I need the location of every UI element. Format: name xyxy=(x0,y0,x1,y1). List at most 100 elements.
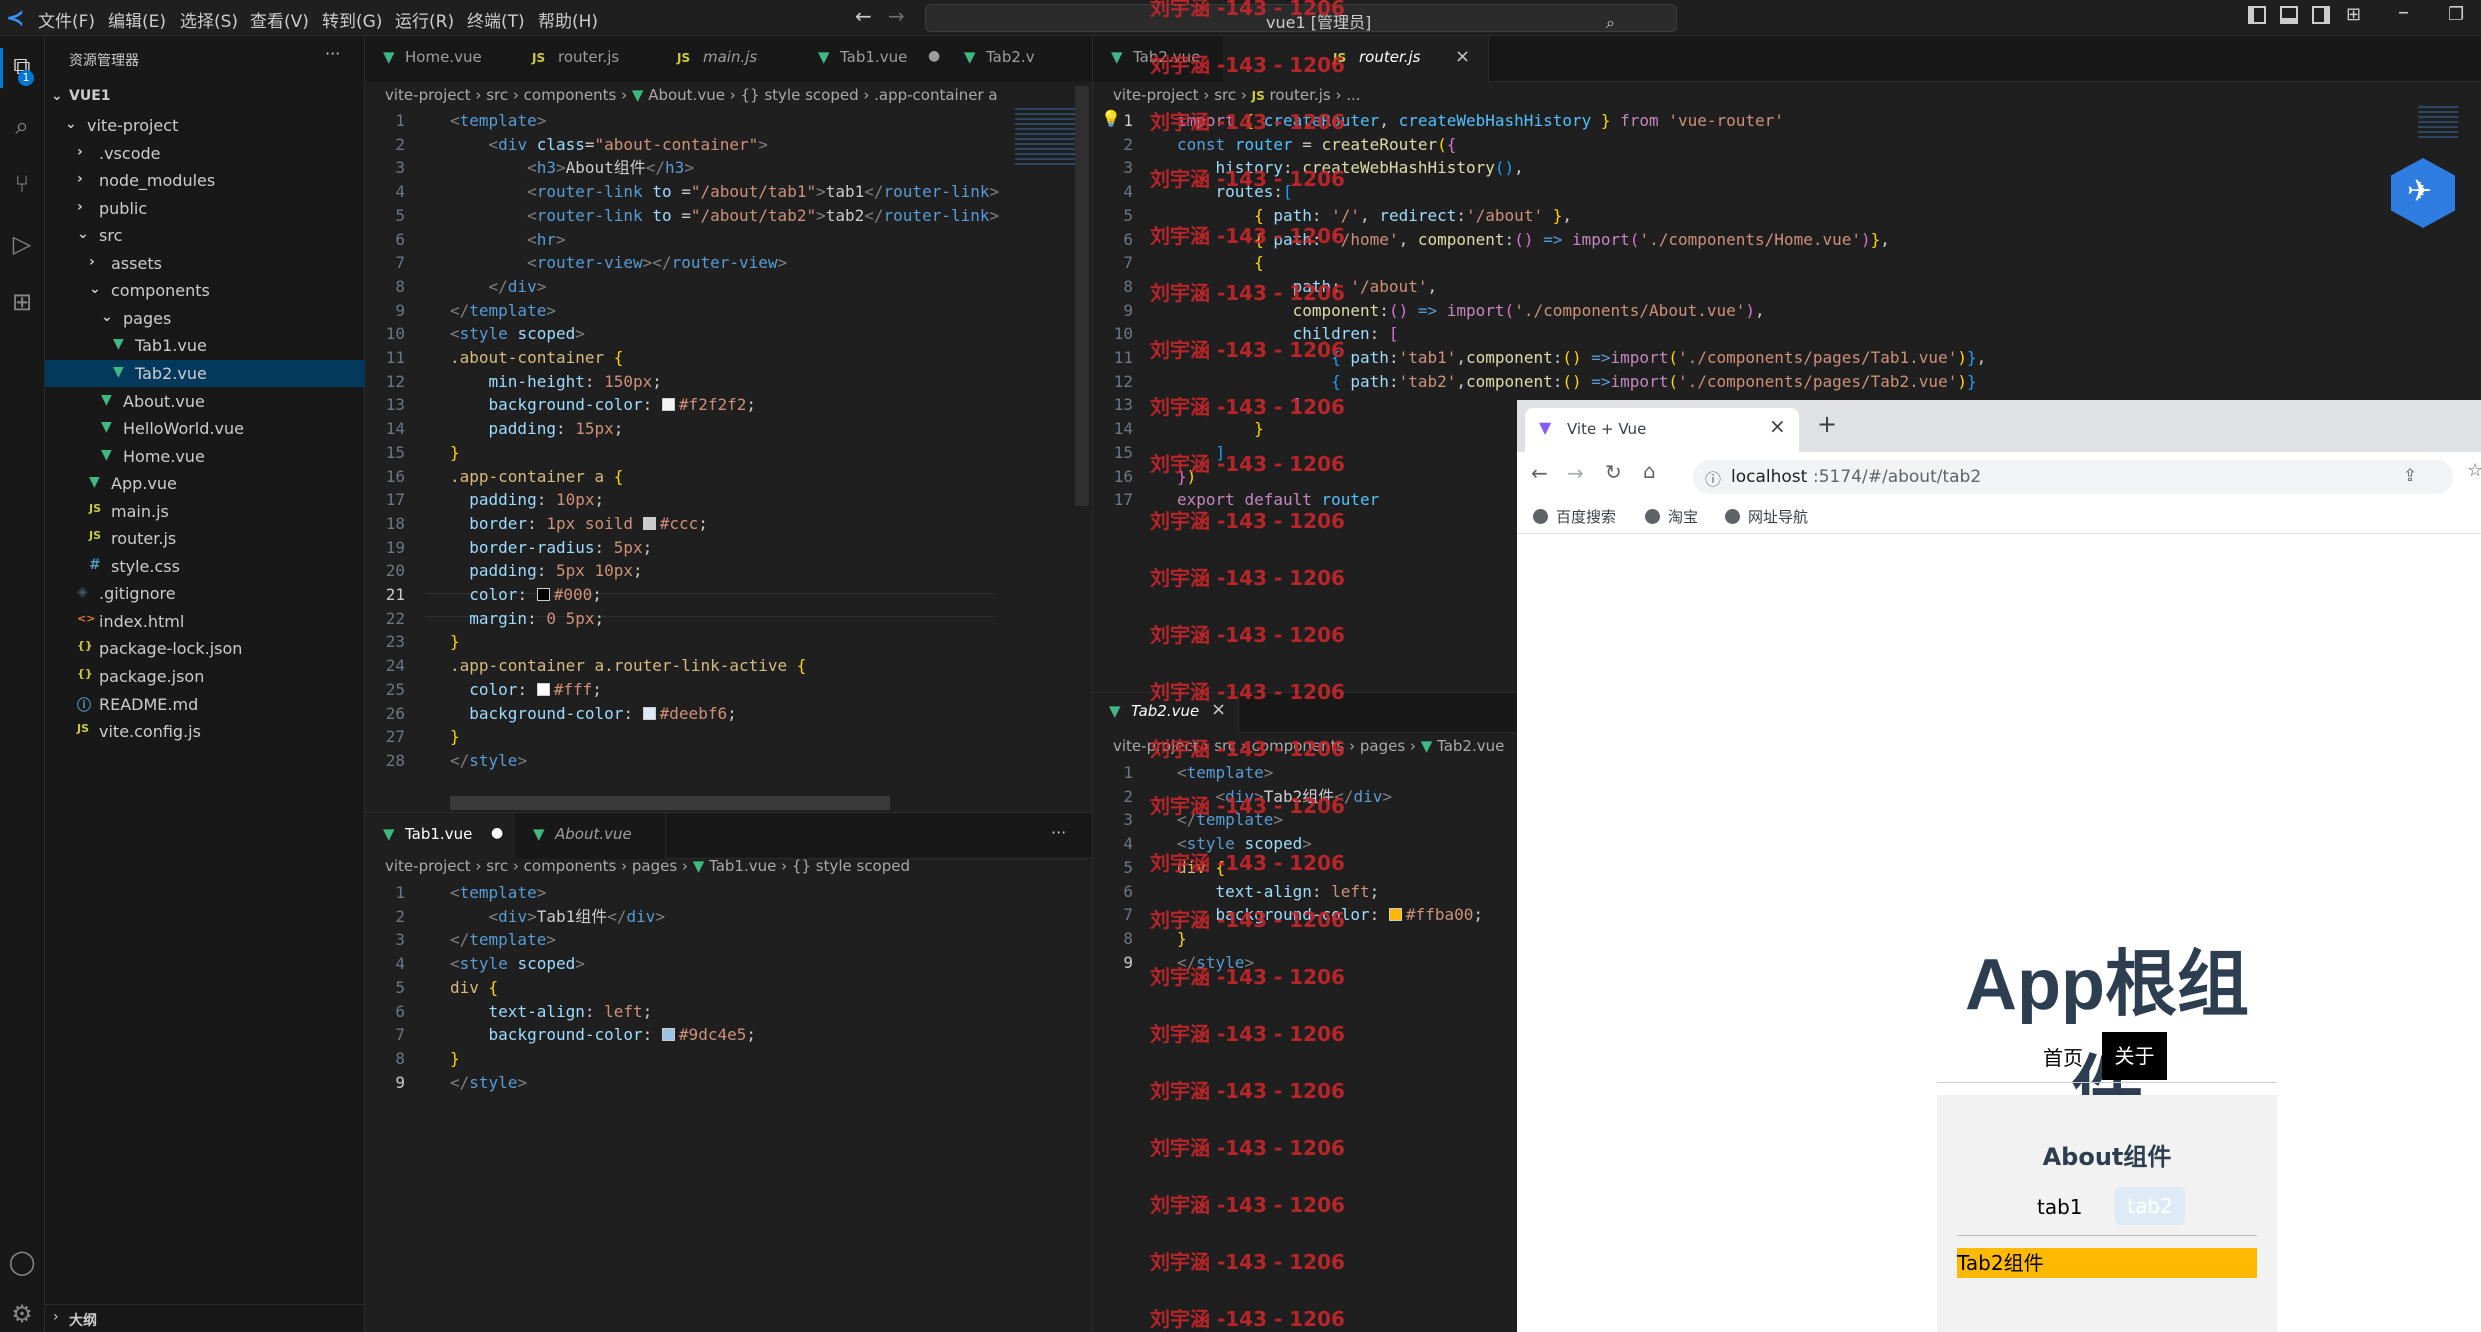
crumb[interactable]: vite-project xyxy=(1113,86,1199,104)
crumb[interactable]: Tab1.vue xyxy=(709,857,776,875)
back-arrow-icon[interactable]: ← xyxy=(855,4,872,28)
tree-item[interactable]: {} package.json xyxy=(45,663,365,690)
share-icon[interactable]: ⇪ xyxy=(2403,466,2417,486)
account-icon[interactable]: ◯ xyxy=(8,1248,36,1276)
crumb[interactable]: ... xyxy=(1346,86,1360,104)
tree-item[interactable]: JS main.js xyxy=(45,498,365,525)
address-bar[interactable]: ⓘ localhost :5174/#/about/tab2 ⇪ xyxy=(1693,460,2453,494)
tab-tab2-vue[interactable]: ▼ Tab2.v xyxy=(950,36,1093,82)
extensions-icon[interactable]: ⊞ xyxy=(8,288,36,316)
crumb[interactable]: {} style scoped xyxy=(740,86,858,104)
bookmark-taobao[interactable]: 淘宝 xyxy=(1645,506,1698,527)
tree-item[interactable]: {} package-lock.json xyxy=(45,635,365,662)
forward-arrow-icon[interactable]: → xyxy=(888,4,905,28)
site-info-icon[interactable]: ⓘ xyxy=(1705,466,1721,490)
maximize-icon[interactable]: ❐ xyxy=(2448,4,2464,25)
bookmark-baidu[interactable]: 百度搜索 xyxy=(1533,506,1616,527)
menu-edit[interactable]: 编辑(E) xyxy=(108,7,166,32)
crumb[interactable]: pages xyxy=(632,857,677,875)
crumb[interactable]: Tab2.vue xyxy=(1437,737,1504,755)
tree-item[interactable]: ⓘ README.md xyxy=(45,691,365,718)
forward-icon[interactable]: → xyxy=(1567,461,1584,485)
tree-item[interactable]: ▼ Tab1.vue xyxy=(45,332,365,359)
sub-link-tab1[interactable]: tab1 xyxy=(2037,1195,2083,1219)
reload-icon[interactable]: ↻ xyxy=(1605,460,1622,484)
code-about-vue[interactable]: <template> <div class="about-container">… xyxy=(450,109,999,773)
tab-main-js[interactable]: JS main.js xyxy=(655,36,801,82)
crumb[interactable]: src xyxy=(1214,86,1236,104)
crumb[interactable]: About.vue xyxy=(648,86,725,104)
bookmark-nav[interactable]: 网址导航 xyxy=(1725,506,1808,527)
menu-file[interactable]: 文件(F) xyxy=(38,7,95,32)
menu-go[interactable]: 转到(G) xyxy=(322,7,382,32)
crumb[interactable]: .app-container a xyxy=(874,86,997,104)
tree-item[interactable]: ▼ Home.vue xyxy=(45,443,365,470)
menu-run[interactable]: 运行(R) xyxy=(395,7,454,32)
menu-view[interactable]: 查看(V) xyxy=(250,7,309,32)
tree-item[interactable]: ⌄ src xyxy=(45,222,365,249)
close-icon[interactable]: × xyxy=(1455,46,1470,67)
tree-item[interactable]: › node_modules xyxy=(45,167,365,194)
tree-item[interactable]: ▼ Tab2.vue xyxy=(45,359,365,387)
crumb[interactable]: {} style scoped xyxy=(792,857,910,875)
tab-tab1-vue[interactable]: ▼ Tab1.vue ● xyxy=(800,36,951,82)
tree-item[interactable]: JS router.js xyxy=(45,525,365,552)
crumb[interactable]: components xyxy=(524,857,617,875)
sub-link-tab2-active[interactable]: tab2 xyxy=(2115,1187,2185,1225)
settings-gear-icon[interactable]: ⚙ xyxy=(8,1300,36,1328)
tree-item[interactable]: # style.css xyxy=(45,553,365,580)
crumb[interactable]: router.js xyxy=(1270,86,1331,104)
tab-router-js[interactable]: JS router.js xyxy=(510,36,656,82)
close-tab-icon[interactable]: × xyxy=(1769,414,1786,438)
tab-home-vue[interactable]: ▼ Home.vue xyxy=(365,36,511,82)
menu-help[interactable]: 帮助(H) xyxy=(538,7,598,32)
source-control-icon[interactable]: ⑂ xyxy=(8,170,36,198)
minimap[interactable] xyxy=(2418,106,2458,140)
tree-item[interactable]: <> index.html xyxy=(45,608,365,635)
outline-section[interactable]: › 大纲 xyxy=(45,1304,365,1332)
run-debug-icon[interactable]: ▷ xyxy=(8,230,36,258)
customize-layout-icon[interactable]: ⊞ xyxy=(2346,4,2361,25)
tree-item[interactable]: ⌄ components xyxy=(45,277,365,304)
unsaved-dot-icon[interactable]: ● xyxy=(928,48,940,64)
tree-item[interactable]: ▼ About.vue xyxy=(45,388,365,415)
toggle-panel-icon[interactable] xyxy=(2280,6,2298,24)
crumb[interactable]: components xyxy=(524,86,617,104)
crumb[interactable]: src xyxy=(486,86,508,104)
back-icon[interactable]: ← xyxy=(1531,461,1548,485)
crumb[interactable]: vite-project xyxy=(385,86,471,104)
tab-tab1-vue[interactable]: ▼ Tab1.vue ● xyxy=(365,813,516,859)
search-icon[interactable]: ⌕ xyxy=(8,112,36,140)
minimize-icon[interactable]: – xyxy=(2398,0,2409,25)
code-tab1-vue[interactable]: <template> <div>Tab1组件</div> </template> <… xyxy=(450,881,756,1094)
tree-item[interactable]: ⌄ pages xyxy=(45,305,365,332)
menu-terminal[interactable]: 终端(T) xyxy=(467,7,525,32)
tree-item[interactable]: ◈ .gitignore xyxy=(45,580,365,607)
tree-item[interactable]: ▼ App.vue xyxy=(45,470,365,497)
tree-item[interactable]: › public xyxy=(45,195,365,222)
unsaved-dot-icon[interactable]: ● xyxy=(491,825,503,841)
crumb[interactable]: vite-project xyxy=(385,857,471,875)
crumb[interactable]: pages xyxy=(1360,737,1405,755)
toggle-sidebar-icon[interactable] xyxy=(2248,6,2266,24)
bookmark-star-icon[interactable]: ☆ xyxy=(2467,460,2481,481)
tree-item[interactable]: ⌄ vite-project xyxy=(45,112,365,139)
tree-item[interactable]: › assets xyxy=(45,250,365,277)
floating-bird-app-icon[interactable]: ✈ xyxy=(2391,158,2455,228)
nav-link-home[interactable]: 首页 xyxy=(2043,1042,2083,1071)
crumb[interactable]: src xyxy=(486,857,508,875)
minimap[interactable] xyxy=(1015,108,1075,168)
toggle-secondary-sidebar-icon[interactable] xyxy=(2312,6,2330,24)
vertical-scrollbar[interactable] xyxy=(1075,86,1089,506)
more-actions-icon[interactable]: ··· xyxy=(325,44,340,63)
nav-link-about-active[interactable]: 关于 xyxy=(2102,1032,2167,1080)
tree-item[interactable]: JS vite.config.js xyxy=(45,718,365,745)
tab-about-vue[interactable]: ▼ About.vue xyxy=(515,813,666,859)
browser-tab[interactable]: ▼ Vite + Vue × xyxy=(1525,408,1799,452)
horizontal-scrollbar[interactable] xyxy=(450,796,890,810)
tree-item[interactable]: ▼ HelloWorld.vue xyxy=(45,415,365,442)
workspace-root[interactable]: ⌄ VUE1 xyxy=(45,84,365,111)
home-icon[interactable]: ⌂ xyxy=(1643,459,1656,483)
more-actions-icon[interactable]: ··· xyxy=(1051,823,1066,842)
new-tab-icon[interactable]: + xyxy=(1817,410,1837,438)
